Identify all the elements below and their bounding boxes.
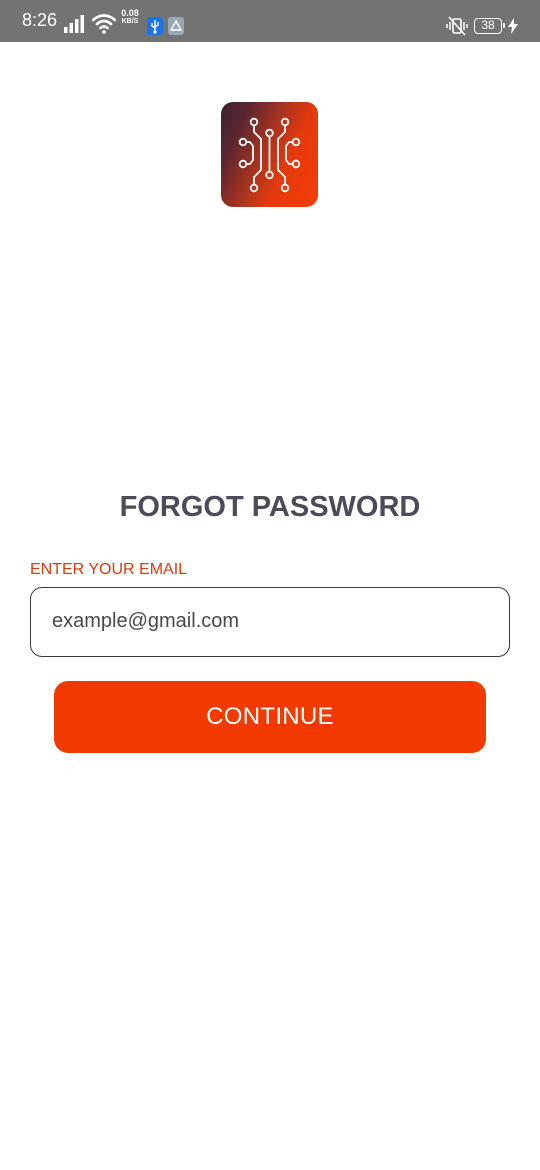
status-time: 8:26 bbox=[22, 10, 58, 30]
charging-icon bbox=[508, 18, 518, 38]
network-speed: 0.08 KB/S bbox=[118, 9, 142, 26]
continue-button[interactable]: CONTINUE bbox=[54, 681, 486, 753]
battery-icon: 38 bbox=[474, 18, 505, 34]
status-bar: 8:26 0.08 KB/S 38 bbox=[0, 0, 540, 42]
circuit-logo-icon bbox=[221, 102, 318, 207]
network-speed-unit: KB/S bbox=[121, 18, 139, 25]
usb-icon bbox=[147, 17, 163, 35]
network-speed-value: 0.08 bbox=[121, 8, 139, 18]
email-field-container bbox=[30, 587, 510, 657]
signal-icon bbox=[64, 15, 86, 37]
vibrate-icon bbox=[446, 16, 468, 40]
page-title: FORGOT PASSWORD bbox=[119, 491, 421, 523]
drive-icon bbox=[168, 17, 184, 35]
email-field[interactable] bbox=[52, 588, 492, 655]
email-label: ENTER YOUR EMAIL bbox=[30, 561, 188, 578]
wifi-icon bbox=[91, 14, 117, 38]
